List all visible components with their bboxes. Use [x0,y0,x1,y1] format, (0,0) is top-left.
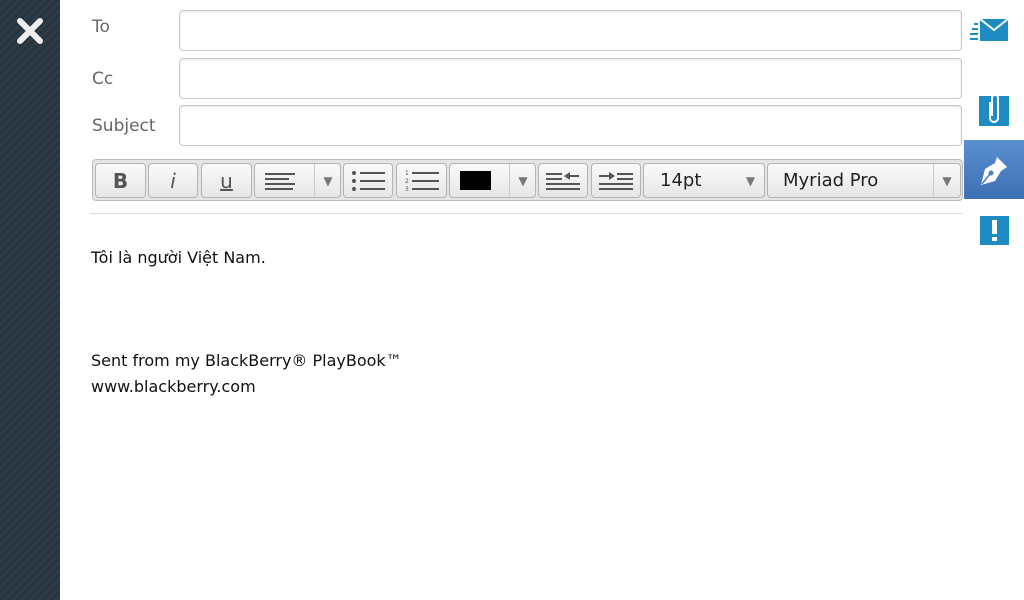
compose-icon [981,156,1007,185]
numbered-list-button[interactable]: 123 [396,163,447,198]
signature-link: www.blackberry.com [91,377,256,396]
numbered-list-icon: 123 [405,170,439,192]
align-left-icon [265,172,295,190]
align-dropdown[interactable]: ▼ [254,163,341,198]
chevron-down-icon: ▼ [314,164,341,197]
bullet-list-icon [352,170,385,191]
divider [90,213,963,214]
left-sidebar [0,0,60,600]
cc-field[interactable] [179,58,962,99]
outdent-button[interactable] [538,163,588,198]
font-family-dropdown[interactable]: Myriad Pro ▼ [767,163,961,198]
text-color-swatch [460,171,491,190]
indent-button[interactable] [591,163,641,198]
send-button[interactable] [970,14,1010,44]
message-body-text[interactable]: Tôi là người Việt Nam. [91,248,266,267]
bold-button[interactable]: B [95,163,146,198]
chevron-down-icon: ▼ [745,173,756,188]
chevron-down-icon: ▼ [509,164,536,197]
svg-text:1: 1 [405,170,409,177]
attach-icon [979,94,1009,126]
font-size-value: 14pt [660,170,702,191]
text-color-dropdown[interactable]: ▼ [449,163,536,198]
svg-text:3: 3 [405,186,409,192]
bullet-list-button[interactable] [343,163,393,198]
priority-icon [992,220,997,241]
underline-button[interactable]: u [201,163,252,198]
send-icon [970,18,1009,41]
signature-line: Sent from my BlackBerry® PlayBook™ [91,351,402,370]
to-label: To [92,17,110,37]
subject-label: Subject [92,116,156,136]
formatting-toolbar: B i u ▼ 123 ▼ 14pt ▼ Myriad Pro ▼ [92,159,963,201]
indent-icon [599,171,633,190]
compose-button[interactable] [964,140,1024,199]
attach-button[interactable] [979,94,1009,126]
outdent-icon [546,171,580,190]
italic-button[interactable]: i [148,163,198,198]
subject-field[interactable] [179,105,962,146]
cc-label: Cc [92,69,114,89]
font-size-dropdown[interactable]: 14pt ▼ [643,163,765,198]
close-icon[interactable] [16,17,44,45]
svg-text:2: 2 [405,178,409,185]
chevron-down-icon: ▼ [933,164,960,197]
font-family-value: Myriad Pro [783,170,879,191]
to-field[interactable] [179,10,962,51]
priority-button[interactable] [980,216,1009,245]
